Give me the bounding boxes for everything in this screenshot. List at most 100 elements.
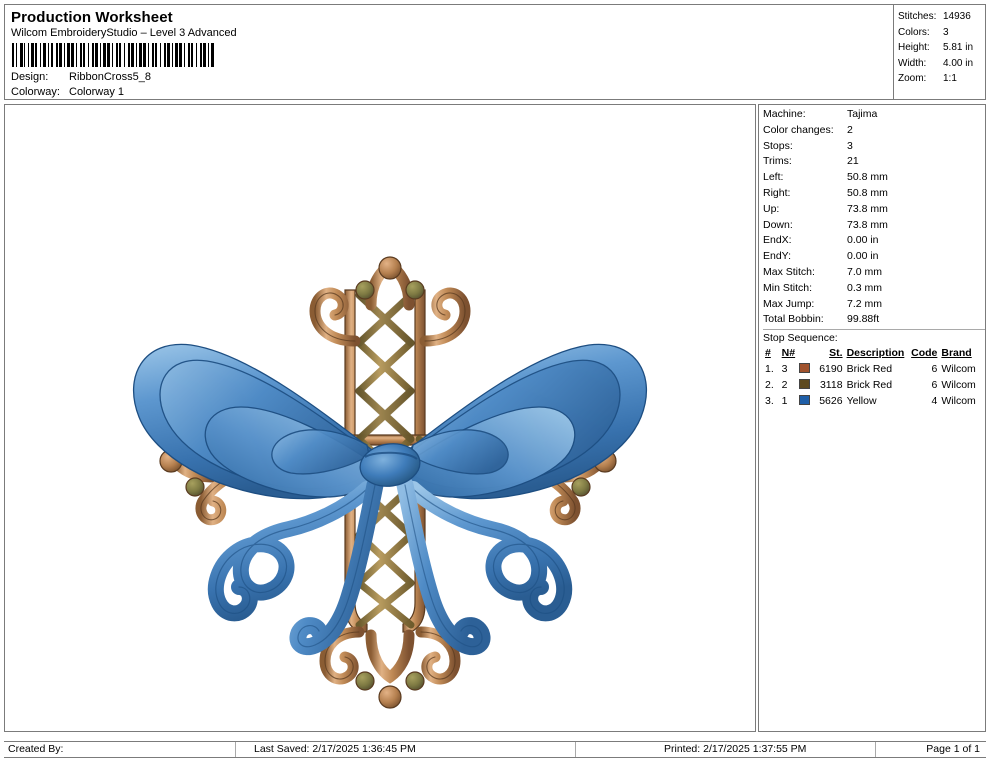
col-header-needle: N#	[781, 347, 796, 360]
thread-color-swatch	[799, 395, 811, 406]
footer-printed: Printed: 2/17/2025 1:37:55 PM	[576, 742, 876, 757]
info-endy-label: EndY:	[763, 250, 792, 263]
info-machine: Machine: Tajima	[763, 107, 985, 123]
stop-sequence-label: Stop Sequence:	[763, 329, 985, 346]
table-header-row: # N# St. Description Code Brand	[763, 346, 985, 361]
info-stops: Stops: 3	[763, 139, 985, 155]
footer-last-saved: Last Saved: 2/17/2025 1:36:45 PM	[236, 742, 576, 757]
cell-needle: 1	[781, 395, 788, 408]
info-trims-label: Trims:	[763, 155, 792, 168]
info-down-value: 73.8 mm	[847, 218, 888, 231]
info-max-jump-label: Max Jump:	[763, 297, 815, 310]
info-endy: EndY: 0.00 in	[763, 249, 985, 265]
info-endx-value: 0.00 in	[847, 234, 879, 247]
cell-index: 2.	[765, 379, 774, 392]
info-trims: Trims: 21	[763, 154, 985, 170]
production-worksheet-page: Production Worksheet Wilcom EmbroiderySt…	[0, 0, 990, 762]
stop-sequence-table: # N# St. Description Code Brand 1. 3 619…	[763, 346, 985, 409]
info-right-value: 50.8 mm	[847, 186, 888, 199]
info-total-bobbin-value: 99.88ft	[847, 313, 880, 326]
info-up-value: 73.8 mm	[847, 202, 888, 215]
stat-stitches: Stitches: 14936	[898, 9, 985, 25]
colorway-field: Colorway: Colorway 1	[11, 85, 895, 100]
barcode-icon	[12, 43, 214, 67]
design-field: Design: RibbonCross5_8	[11, 70, 895, 85]
machine-info-panel: Machine: Tajima Color changes: 2 Stops: 3 T…	[758, 104, 986, 732]
cell-swatch	[799, 393, 812, 409]
info-color-changes-value: 2	[847, 123, 853, 136]
cell-swatch	[799, 361, 812, 377]
info-max-stitch: Max Stitch: 7.0 mm	[763, 265, 985, 281]
info-min-stitch: Min Stitch: 0.3 mm	[763, 281, 985, 297]
info-endy-value: 0.00 in	[847, 250, 879, 263]
info-max-jump-value: 7.2 mm	[847, 297, 883, 310]
col-header-brand: Brand	[941, 347, 972, 360]
stat-zoom-value: 1:1	[943, 73, 957, 84]
info-endx-label: EndX:	[763, 234, 792, 247]
table-row: 2. 2 3118 Brick Red 6 Wilcom	[763, 377, 985, 393]
col-header-index: #	[765, 347, 771, 360]
info-stops-label: Stops:	[763, 139, 793, 152]
info-left-value: 50.8 mm	[847, 171, 888, 184]
cell-stitches: 3118	[819, 379, 843, 392]
info-color-changes-label: Color changes:	[763, 123, 834, 136]
info-machine-value: Tajima	[847, 108, 878, 120]
header-panel: Production Worksheet Wilcom EmbroiderySt…	[4, 4, 986, 100]
stat-stitches-label: Stitches:	[898, 11, 937, 22]
page-footer: Created By: Last Saved: 2/17/2025 1:36:4…	[4, 741, 986, 758]
stat-stitches-value: 14936	[943, 11, 971, 22]
col-header-stitches: St.	[829, 347, 843, 360]
info-trims-value: 21	[847, 155, 859, 168]
info-left: Left: 50.8 mm	[763, 170, 985, 186]
cell-stitches: 5626	[819, 395, 843, 408]
cell-brand: Wilcom	[941, 395, 976, 408]
table-row: 3. 1 5626 Yellow 4 Wilcom	[763, 393, 985, 409]
embroidery-design-graphic	[132, 256, 648, 709]
header-identity-block: Production Worksheet Wilcom EmbroiderySt…	[5, 5, 895, 99]
stat-colors-label: Colors:	[898, 26, 930, 38]
info-down-label: Down:	[763, 218, 793, 231]
cell-swatch	[799, 377, 812, 393]
app-subtitle: Wilcom EmbroideryStudio – Level 3 Advanc…	[11, 27, 237, 39]
info-left-label: Left:	[763, 171, 784, 184]
info-min-stitch-label: Min Stitch:	[763, 281, 813, 294]
table-row: 1. 3 6190 Brick Red 6 Wilcom	[763, 361, 985, 377]
info-endx: EndX: 0.00 in	[763, 233, 985, 249]
info-max-jump: Max Jump: 7.2 mm	[763, 297, 985, 313]
info-right-label: Right:	[763, 186, 791, 199]
info-max-stitch-label: Max Stitch:	[763, 265, 815, 278]
cell-description: Brick Red	[846, 379, 893, 392]
cell-needle: 3	[781, 363, 788, 376]
info-up: Up: 73.8 mm	[763, 202, 985, 218]
cell-brand: Wilcom	[941, 379, 976, 392]
cell-code: 6	[931, 379, 938, 392]
thread-color-swatch	[799, 379, 811, 390]
design-preview-canvas	[4, 104, 756, 732]
info-down: Down: 73.8 mm	[763, 218, 985, 234]
info-min-stitch-value: 0.3 mm	[847, 281, 883, 294]
col-header-code: Code	[911, 347, 938, 360]
col-header-swatch	[799, 346, 812, 361]
info-machine-label: Machine:	[763, 108, 806, 120]
stat-width: Width: 4.00 in	[898, 56, 985, 72]
stat-colors: Colors: 3	[898, 25, 985, 41]
stat-colors-value: 3	[943, 26, 949, 38]
stat-height: Height: 5.81 in	[898, 40, 985, 56]
cell-brand: Wilcom	[941, 363, 976, 376]
cell-code: 4	[931, 395, 938, 408]
cell-index: 3.	[765, 395, 774, 408]
info-color-changes: Color changes: 2	[763, 123, 985, 139]
cell-description: Brick Red	[846, 363, 893, 376]
cell-needle: 2	[781, 379, 788, 392]
info-stops-value: 3	[847, 139, 853, 152]
cell-code: 6	[931, 363, 938, 376]
colorway-value: Colorway 1	[69, 86, 125, 98]
info-up-label: Up:	[763, 202, 780, 215]
footer-page-number: Page 1 of 1	[926, 743, 980, 755]
info-total-bobbin-label: Total Bobbin:	[763, 313, 824, 326]
cell-index: 1.	[765, 363, 774, 376]
col-header-description: Description	[846, 347, 905, 360]
info-total-bobbin: Total Bobbin: 99.88ft	[763, 312, 985, 328]
stat-height-value: 5.81 in	[943, 42, 974, 53]
design-label: Design:	[11, 71, 49, 83]
